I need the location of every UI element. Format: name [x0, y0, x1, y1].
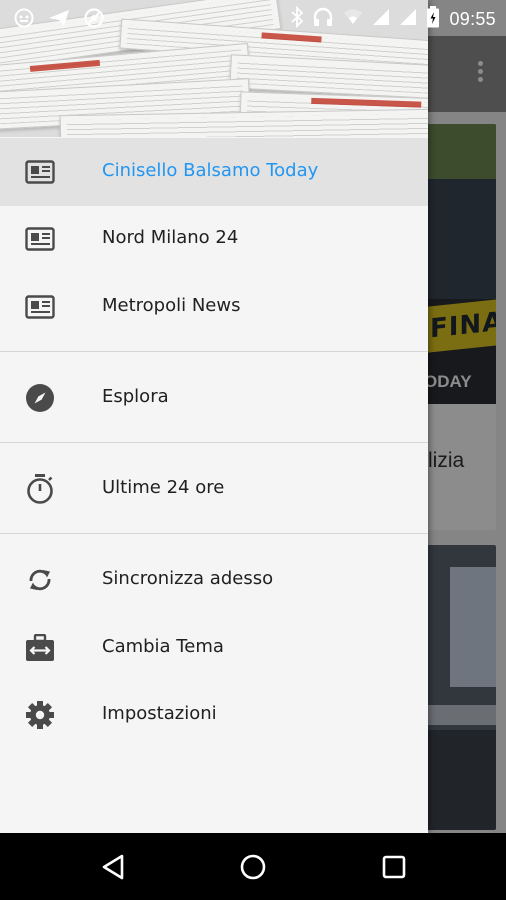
drawer-item-last-24h[interactable]: Ultime 24 ore [0, 455, 428, 523]
navigation-drawer: Cinisello Balsamo Today Nord Milano 24 M… [0, 0, 428, 833]
drawer-item-label: Cambia Tema [102, 636, 224, 657]
signal-icon [372, 8, 390, 30]
drawer-item-label: Metropoli News [102, 295, 241, 316]
drawer-item-change-theme[interactable]: Cambia Tema [0, 614, 428, 682]
drawer-item-feed[interactable]: Cinisello Balsamo Today [0, 138, 428, 206]
send-icon [48, 8, 70, 32]
settings-icon [24, 700, 56, 730]
newspaper-icon [24, 292, 56, 322]
drawer-item-label: Nord Milano 24 [102, 227, 239, 248]
battery-icon [426, 6, 440, 32]
drawer-item-feed[interactable]: Metropoli News [0, 273, 428, 341]
bluetooth-icon [291, 5, 304, 32]
android-icon [14, 8, 34, 32]
back-icon[interactable] [98, 851, 130, 883]
wifi-icon [343, 9, 363, 29]
drawer-item-label: Esplora [102, 386, 169, 407]
drawer-item-label: Sincronizza adesso [102, 568, 274, 589]
signal-icon [399, 8, 417, 30]
drawer-item-feed[interactable]: Nord Milano 24 [0, 205, 428, 273]
newspaper-icon [24, 224, 56, 254]
drawer-item-label: Impostazioni [102, 703, 217, 724]
system-navigation-bar [0, 833, 506, 900]
recents-icon[interactable] [378, 851, 410, 883]
theme-swap-icon [24, 633, 56, 663]
status-bar: 09:55 [0, 0, 506, 36]
home-icon[interactable] [237, 851, 269, 883]
drawer-divider [0, 442, 428, 443]
sync-icon [24, 565, 56, 595]
headset-icon [312, 6, 334, 32]
compass-icon [24, 383, 56, 413]
drawer-item-sync[interactable]: Sincronizza adesso [0, 546, 428, 614]
stopwatch-icon [24, 474, 56, 504]
blocked-icon [84, 8, 104, 32]
drawer-item-label: Cinisello Balsamo Today [102, 160, 319, 181]
drawer-divider [0, 351, 428, 352]
newspaper-icon [24, 157, 56, 187]
drawer-item-explore[interactable]: Esplora [0, 364, 428, 432]
drawer-item-settings[interactable]: Impostazioni [0, 681, 428, 749]
status-bar-clock: 09:55 [449, 8, 496, 29]
drawer-divider [0, 533, 428, 534]
drawer-item-label: Ultime 24 ore [102, 477, 225, 498]
